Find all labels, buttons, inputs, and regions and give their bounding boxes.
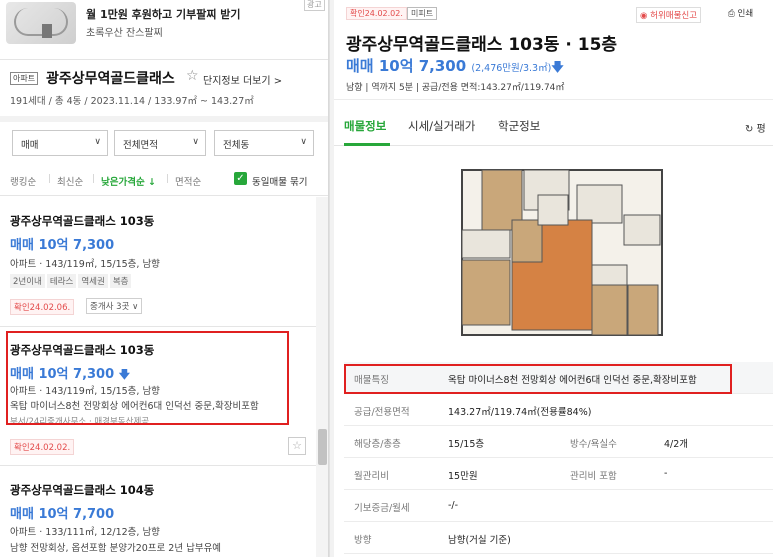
ad-title: 월 1만원 후원하고 기부팔찌 받기: [86, 8, 241, 21]
detail-title: 광주상무역골드클래스 103동 · 15층: [346, 35, 618, 55]
detail-panel: 확인24.02.02. 미피트 ◉ 허위매물신고 ⎙ 인쇄 광주상무역골드클래스…: [334, 0, 773, 557]
row-key: 방향: [354, 535, 372, 546]
row-value: 4/2개: [664, 439, 689, 450]
sort-area[interactable]: 면적순: [175, 174, 201, 188]
complex-meta: 191세대 / 총 4동 / 2023.11.14 / 133.97㎡ ~ 14…: [10, 96, 254, 107]
chevron-down-icon: ∨: [94, 137, 101, 147]
report-label: 허위매물신고: [650, 11, 698, 21]
price-down-arrow-icon: 🡇: [551, 60, 564, 74]
detail-meta: 남향 | 역까지 5분 | 공급/전용 면적:143.27㎡/119.74㎡: [346, 83, 565, 93]
area-value: 전체면적: [123, 140, 158, 151]
row-key: 기보증금/월세: [354, 503, 410, 514]
price-per-area: (2,476만원/3.3㎡): [471, 63, 552, 74]
listing-name: 광주상무역골드클래스 104동: [10, 483, 155, 497]
list-scrollbar[interactable]: [316, 197, 328, 557]
chevron-down-icon: ∨: [192, 137, 199, 147]
listing-tag: 복층: [109, 274, 132, 288]
listing-description: 남향 전망회상, 옵션포함 분양가20프로 2년 납부유예: [10, 543, 222, 554]
detail-price-text: 매매 10억 7,300: [346, 57, 467, 75]
listing-panel: 월 1만원 후원하고 기부팔찌 받기 초록우산 잔스팔찌 광고 아파트 광주상무…: [0, 0, 329, 557]
complex-info-link[interactable]: 단지정보 더보기 >: [203, 72, 282, 87]
sort-bar: 랭킹순 | 최신순 | 낮은가격순 ↓ | 면적순 ✓ 동일매물 묶기: [0, 166, 328, 196]
tab-price-history[interactable]: 시세/실거래가: [408, 118, 475, 134]
app-root: 월 1만원 후원하고 기부팔찌 받기 초록우산 잔스팔찌 광고 아파트 광주상무…: [0, 0, 773, 557]
listing-detail: 아파트 · 133/111㎡, 12/12층, 남향: [10, 527, 160, 538]
listing-tag: 역세권: [78, 274, 108, 288]
sort-low-price[interactable]: 낮은가격순 ↓: [101, 174, 156, 188]
ad-badge: 광고: [304, 0, 325, 11]
tab-listing-info[interactable]: 매물정보: [344, 118, 386, 134]
print-icon: ⎙: [728, 9, 738, 19]
report-button[interactable]: ◉ 허위매물신고: [636, 7, 702, 23]
row-key: 관리비 포함: [570, 471, 617, 482]
listing-item[interactable]: 광주상무역골드클래스 103동 매매 10억 7,300 아파트 · 143/1…: [0, 197, 316, 327]
row-value: -/-: [448, 500, 459, 511]
table-row: 방향 남향(거실 기준): [344, 522, 773, 554]
row-value: -: [664, 468, 668, 479]
tab-school[interactable]: 학군정보: [498, 118, 540, 134]
ad-image: [6, 2, 76, 44]
confirm-date-badge: 확인24.02.06.: [10, 299, 75, 315]
print-label: 인쇄: [737, 9, 754, 19]
row-value: 15/15층: [448, 439, 485, 450]
group-same-label: 동일매물 묶기: [252, 177, 308, 188]
table-row: 공급/전용면적 143.27㎡/119.74㎡(전용률84%): [344, 394, 773, 426]
row-key: 방수/욕실수: [570, 439, 617, 450]
print-button[interactable]: ⎙ 인쇄: [728, 7, 753, 19]
listing-price: 매매 10억 7,700: [10, 507, 115, 522]
listing-tag: 2년이내: [10, 274, 45, 288]
listing-tag: 테라스: [46, 274, 77, 288]
favorite-star-icon[interactable]: ☆: [186, 68, 199, 84]
row-value: 15만원: [448, 471, 478, 482]
sort-ranking[interactable]: 랭킹순: [10, 174, 36, 188]
confirm-date-badge: 확인24.02.02.: [346, 7, 407, 20]
complex-header: 아파트 광주상무역골드클래스 ☆ 단지정보 더보기 > 191세대 / 총 4동…: [0, 60, 328, 122]
area-unit-toggle[interactable]: ↻ 평: [745, 120, 766, 135]
row-value: 143.27㎡/119.74㎡(전용률84%): [448, 407, 592, 418]
active-tab-indicator: [344, 143, 390, 146]
listing-name: 광주상무역골드클래스 103동: [10, 214, 155, 228]
agent-count-button[interactable]: 중개사 3곳 ∨: [86, 298, 143, 314]
listing-item[interactable]: 광주상무역골드클래스 104동 매매 10억 7,700 아파트 · 133/1…: [0, 466, 316, 557]
chevron-down-icon: ∨: [300, 137, 307, 147]
group-same-checkbox[interactable]: ✓: [234, 172, 247, 185]
table-row: 해당층/총층 15/15층 방수/욕실수 4/2개: [344, 426, 773, 458]
table-row: 월관리비 15만원 관리비 포함 -: [344, 458, 773, 490]
row-key: 해당층/총층: [354, 439, 401, 450]
scrollbar-thumb[interactable]: [318, 429, 327, 465]
listing-detail: 아파트 · 143/119㎡, 15/15층, 남향: [10, 259, 160, 270]
trade-type-value: 매매: [21, 140, 39, 151]
sort-latest[interactable]: 최신순: [57, 174, 83, 188]
table-row: 기보증금/월세 -/-: [344, 490, 773, 522]
siren-icon: ◉: [640, 11, 651, 21]
ad-banner[interactable]: 월 1만원 후원하고 기부팔찌 받기 초록우산 잔스팔찌 광고: [0, 0, 328, 60]
trade-type-select[interactable]: 매매 ∨: [12, 130, 108, 156]
favorite-star-icon[interactable]: ☆: [288, 437, 306, 455]
confirm-date-badge: 확인24.02.02.: [10, 439, 75, 455]
row-key: 월관리비: [354, 471, 389, 482]
complex-type-tag: 아파트: [10, 72, 39, 85]
highlight-annotation: [344, 364, 732, 394]
detail-header: 확인24.02.02. 미피트 ◉ 허위매물신고 ⎙ 인쇄 광주상무역골드클래스…: [334, 0, 773, 100]
listing-tags: 2년이내 테라스 역세권 복층: [10, 274, 133, 288]
listing-price: 매매 10억 7,300: [10, 238, 115, 253]
detail-tabs: 매물정보 시세/실거래가 학군정보 ↻ 평: [334, 110, 773, 146]
highlight-annotation: [6, 331, 289, 425]
row-value: 남향(거실 기준): [448, 535, 511, 546]
dong-value: 전체동: [223, 140, 250, 151]
complex-name: 광주상무역골드클래스: [46, 71, 175, 87]
ad-subtitle: 초록우산 잔스팔찌: [86, 28, 163, 39]
row-key: 공급/전용면적: [354, 407, 410, 418]
detail-type-tag: 미피트: [407, 7, 438, 20]
floor-plan-image[interactable]: [452, 160, 672, 340]
dong-select[interactable]: 전체동 ∨: [214, 130, 314, 156]
filter-bar: 매매 ∨ 전체면적 ∨ 전체동 ∨: [0, 128, 328, 160]
area-select[interactable]: 전체면적 ∨: [114, 130, 206, 156]
detail-price: 매매 10억 7,300 (2,476만원/3.3㎡)🡇: [346, 55, 564, 79]
